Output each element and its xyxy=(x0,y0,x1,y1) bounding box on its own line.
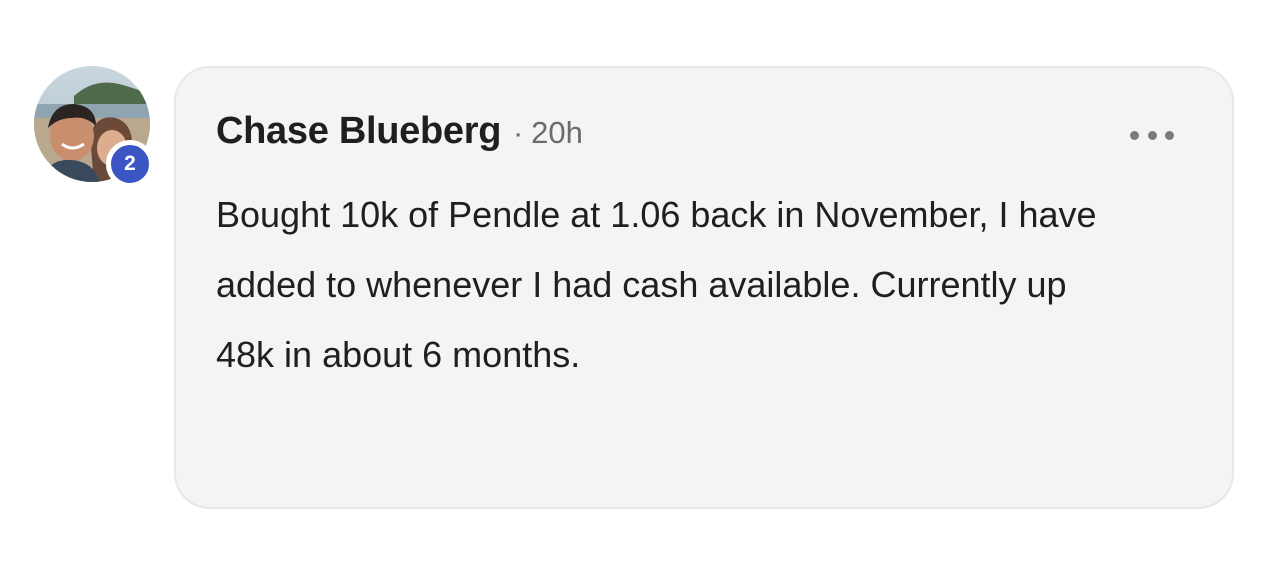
more-horizontal-icon[interactable] xyxy=(1130,120,1174,150)
timestamp[interactable]: 20h xyxy=(531,115,583,151)
avatar-container[interactable]: 2 xyxy=(34,66,154,188)
author-name[interactable]: Chase Blueberg xyxy=(216,110,501,153)
more-dot xyxy=(1147,130,1157,140)
more-dot xyxy=(1130,130,1139,140)
notification-badge: 2 xyxy=(106,140,154,188)
separator-dot: · xyxy=(513,117,524,150)
comment-bubble: Chase Blueberg · 20h Bought 10k of Pendl… xyxy=(174,66,1234,509)
comment-text: Bought 10k of Pendle at 1.06 back in Nov… xyxy=(216,194,1097,375)
comment-header: Chase Blueberg · 20h xyxy=(216,110,583,153)
comment: 2 Chase Blueberg · 20h Bought 10k of Pen… xyxy=(0,0,1276,563)
more-dot xyxy=(1165,130,1174,140)
